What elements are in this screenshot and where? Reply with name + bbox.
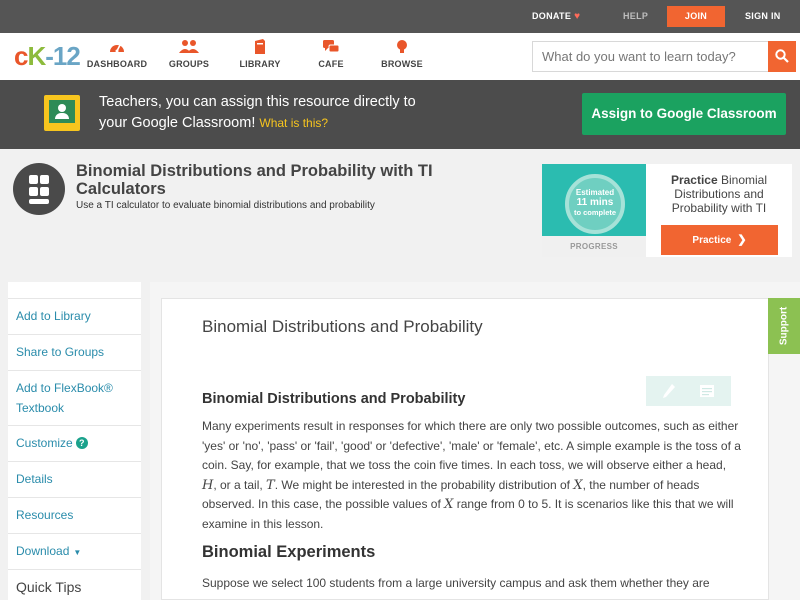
nav-library[interactable]: LIBRARY	[225, 39, 295, 69]
search-input[interactable]	[533, 42, 769, 71]
library-book-icon	[255, 39, 265, 54]
cafe-chat-icon	[323, 40, 340, 53]
add-to-library-link[interactable]: Add to Library	[16, 306, 91, 326]
groups-people-icon	[179, 40, 199, 53]
caret-down-icon: ▼	[73, 548, 82, 557]
practice-button[interactable]: Practice ❯	[661, 225, 778, 255]
top-utility-bar: DONATE ♥ HELP JOIN SIGN IN	[0, 0, 800, 33]
what-is-this-link[interactable]: What is this?	[259, 116, 328, 130]
annotation-tools	[646, 376, 731, 406]
resources-link[interactable]: Resources	[16, 505, 73, 525]
actions-sidebar: Add to Library Share to Groups Add to Fl…	[8, 282, 141, 600]
share-to-groups-link[interactable]: Share to Groups	[16, 342, 104, 362]
section-heading: Binomial Distributions and Probability	[202, 391, 466, 407]
page-description: Use a TI calculator to evaluate binomial…	[76, 200, 375, 211]
details-link[interactable]: Details	[16, 469, 53, 489]
practice-title: Practice Binomial Distributions and Prob…	[670, 173, 768, 215]
progress-label: PROGRESS	[570, 242, 618, 251]
search-box	[532, 41, 796, 72]
quick-tips-heading[interactable]: Quick Tips	[16, 579, 81, 595]
google-classroom-icon	[44, 95, 80, 131]
concept-icon	[13, 163, 65, 215]
customize-link[interactable]: Customize?	[16, 433, 88, 453]
nav-groups[interactable]: GROUPS	[154, 39, 224, 69]
search-icon	[775, 49, 789, 63]
classroom-message: Teachers, you can assign this resource d…	[99, 94, 416, 131]
estimated-time-badge: Estimated 11 mins to complete	[565, 174, 625, 234]
practice-card: Estimated 11 mins to complete PROGRESS P…	[542, 164, 792, 257]
nav-dashboard[interactable]: DASHBOARD	[82, 39, 152, 69]
section-paragraph: Many experiments result in responses for…	[202, 419, 741, 531]
join-button[interactable]: JOIN	[667, 6, 725, 27]
pencil-icon[interactable]	[662, 383, 676, 399]
help-link[interactable]: HELP	[623, 0, 648, 33]
search-button[interactable]	[768, 41, 796, 72]
notes-icon[interactable]	[700, 385, 714, 397]
lesson-content: Binomial Distributions and Probability B…	[161, 298, 769, 600]
assign-to-classroom-button[interactable]: Assign to Google Classroom	[582, 93, 786, 135]
google-classroom-banner: Teachers, you can assign this resource d…	[0, 80, 800, 149]
heart-icon: ♥	[574, 11, 581, 22]
lesson-title: Binomial Distributions and Probability	[202, 317, 483, 336]
dashboard-gauge-icon	[110, 44, 124, 53]
section-paragraph-2: Suppose we select 100 students from a la…	[202, 576, 710, 590]
section-heading-binomial-experiments: Binomial Experiments	[202, 543, 376, 561]
practice-progress-panel: Estimated 11 mins to complete PROGRESS	[542, 164, 646, 257]
add-to-flexbook-link[interactable]: Add to FlexBook® Textbook	[16, 378, 113, 418]
download-dropdown[interactable]: Download ▼	[16, 541, 81, 563]
main-nav-bar: cK-12 DASHBOARD GROUPS LIBRARY CAFE BROW…	[0, 33, 800, 80]
help-icon[interactable]: ?	[75, 437, 88, 449]
chevron-right-icon: ❯	[737, 234, 747, 246]
nav-browse[interactable]: BROWSE	[367, 39, 437, 69]
donate-link[interactable]: DONATE ♥	[532, 0, 580, 33]
ck12-logo[interactable]: cK-12	[14, 43, 81, 69]
sign-in-link[interactable]: SIGN IN	[745, 0, 781, 33]
page-title: Binomial Distributions and Probability w…	[76, 162, 433, 198]
browse-lightbulb-icon	[397, 40, 407, 53]
support-tab[interactable]: Support	[768, 298, 800, 354]
nav-cafe[interactable]: CAFE	[296, 39, 366, 69]
